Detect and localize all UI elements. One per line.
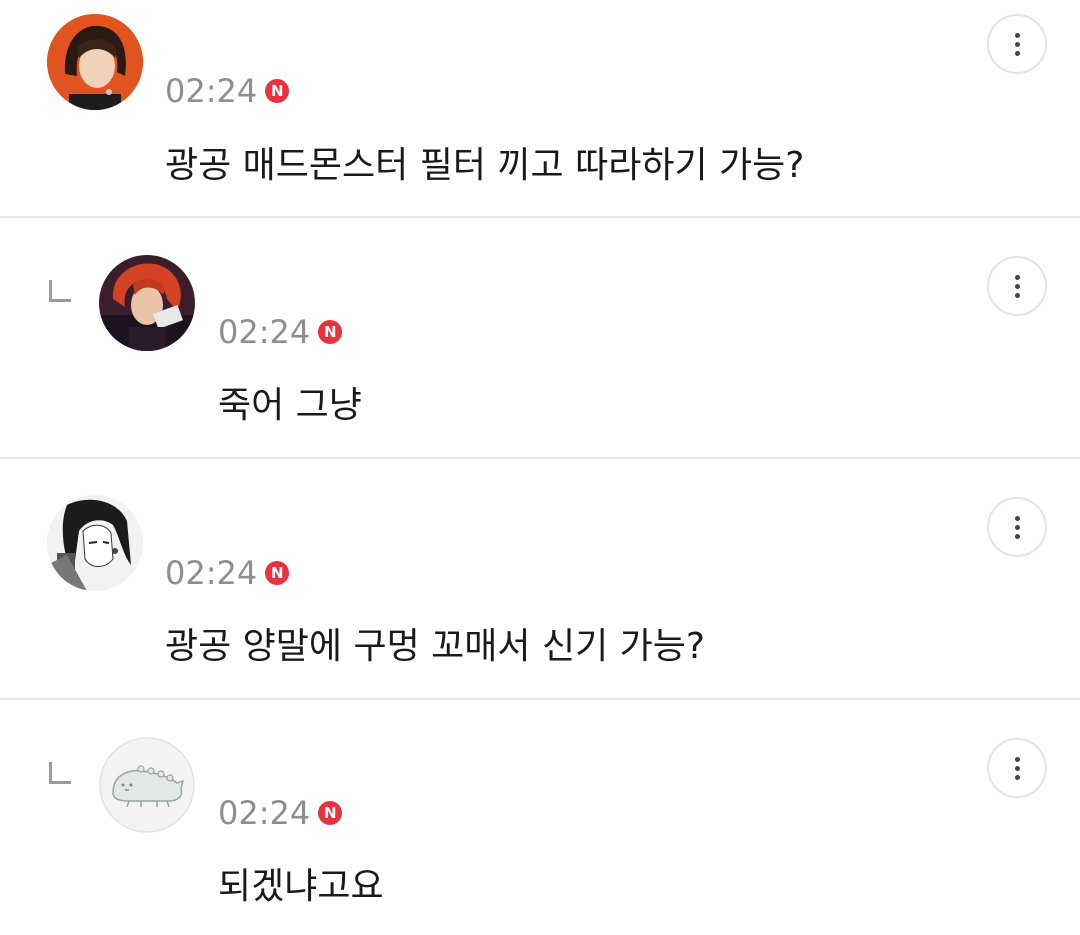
timestamp: 02:24 xyxy=(218,313,311,351)
time-row: 02:24 N xyxy=(165,553,290,593)
reply-item: 02:24 N 되겠냐고요 xyxy=(0,700,1080,935)
new-badge: N xyxy=(318,801,343,825)
more-vertical-icon xyxy=(1014,274,1020,280)
reply-indicator-icon xyxy=(49,280,71,302)
comment-item: 02:24 N 광공 매드몬스터 필터 끼고 따라하기 가능? xyxy=(0,0,1080,218)
more-vertical-icon xyxy=(1014,756,1020,762)
avatar[interactable] xyxy=(47,14,143,110)
new-badge: N xyxy=(265,79,290,103)
more-options-button[interactable] xyxy=(987,14,1047,74)
more-options-button[interactable] xyxy=(987,256,1047,316)
avatar[interactable] xyxy=(47,495,143,591)
comment-text: 죽어 그냥 xyxy=(218,385,362,426)
timestamp: 02:24 xyxy=(165,554,258,592)
timestamp: 02:24 xyxy=(218,794,311,832)
comment-text: 광공 매드몬스터 필터 끼고 따라하기 가능? xyxy=(165,145,805,186)
more-options-button[interactable] xyxy=(987,497,1047,557)
profile-photo-icon xyxy=(47,14,143,110)
default-avatar-creature-icon xyxy=(99,737,195,833)
timestamp: 02:24 xyxy=(165,72,258,110)
new-badge: N xyxy=(318,320,343,344)
new-badge: N xyxy=(265,561,290,585)
time-row: 02:24 N xyxy=(165,71,290,111)
more-vertical-icon xyxy=(1014,515,1020,521)
time-row: 02:24 N xyxy=(218,312,343,352)
avatar[interactable] xyxy=(99,737,195,833)
more-vertical-icon xyxy=(1014,32,1020,38)
comment-text: 광공 양말에 구멍 꼬매서 신기 가능? xyxy=(165,626,706,667)
comment-list: 02:24 N 광공 매드몬스터 필터 끼고 따라하기 가능? 02:24 N … xyxy=(0,0,1080,935)
profile-photo-icon xyxy=(47,495,143,591)
profile-photo-icon xyxy=(99,255,195,351)
more-options-button[interactable] xyxy=(987,738,1047,798)
avatar[interactable] xyxy=(99,255,195,351)
comment-text: 되겠냐고요 xyxy=(218,866,384,907)
time-row: 02:24 N xyxy=(218,793,343,833)
reply-indicator-icon xyxy=(49,762,71,784)
comment-item: 02:24 N 광공 양말에 구멍 꼬매서 신기 가능? xyxy=(0,459,1080,700)
reply-item: 02:24 N 죽어 그냥 xyxy=(0,218,1080,459)
